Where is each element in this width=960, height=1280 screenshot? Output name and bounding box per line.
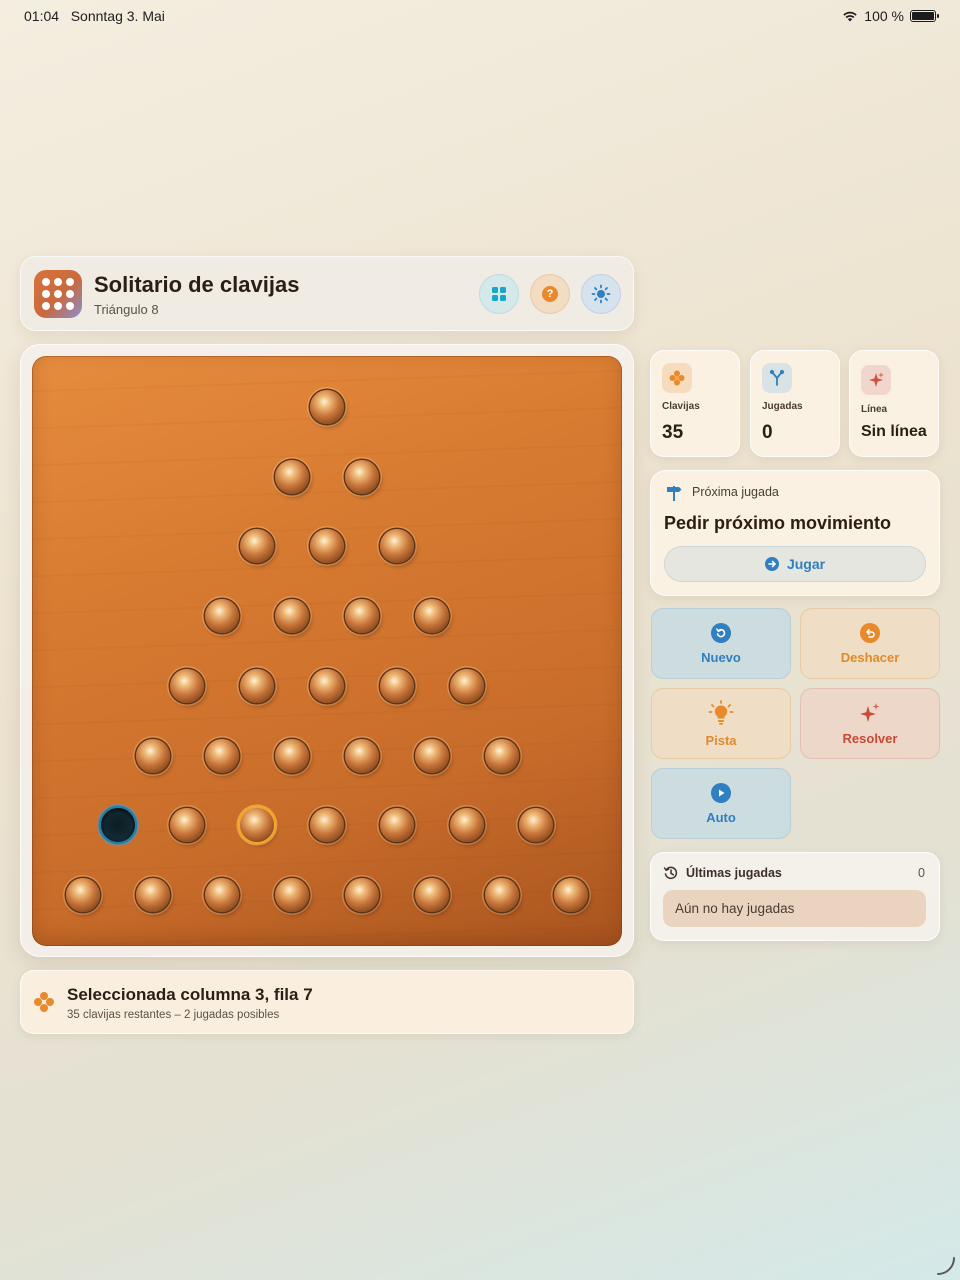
peg[interactable] xyxy=(310,808,344,843)
restart-icon xyxy=(711,622,731,643)
peg[interactable] xyxy=(414,877,449,912)
peg[interactable] xyxy=(240,529,275,564)
new-game-button[interactable]: Nuevo xyxy=(651,608,791,679)
app-logo-icon xyxy=(34,270,82,318)
play-icon xyxy=(711,782,731,803)
peg[interactable] xyxy=(344,877,379,912)
status-bar: 01:04 Sonntag 3. Mai 100 % xyxy=(0,0,960,30)
history-count: 0 xyxy=(918,866,925,880)
pegs-icon xyxy=(662,363,692,393)
peg[interactable] xyxy=(310,529,344,564)
next-move-title: Pedir próximo movimiento xyxy=(664,513,892,533)
solve-button[interactable]: Resolver xyxy=(800,688,940,759)
stat-card-pegs: Clavijas 35 xyxy=(650,350,740,457)
peg-board[interactable] xyxy=(32,356,622,946)
peg[interactable] xyxy=(344,599,379,634)
new-game-label: Nuevo xyxy=(701,649,741,665)
peg[interactable] xyxy=(65,877,100,912)
peg[interactable] xyxy=(240,668,275,703)
peg[interactable] xyxy=(275,738,310,773)
peg[interactable] xyxy=(344,738,379,773)
stat-card-line: Línea Sin línea xyxy=(849,350,939,457)
play-button[interactable]: Jugar xyxy=(664,546,926,582)
line-value: Sin línea xyxy=(861,423,927,440)
peg-cluster-icon xyxy=(34,992,54,1012)
header-card: Solitario de clavijas Triángulo 8 ? xyxy=(20,256,634,331)
peg[interactable] xyxy=(275,599,310,634)
arrow-right-circle-icon xyxy=(764,557,779,571)
hint-label: Pista xyxy=(705,732,737,748)
stat-card-moves: Jugadas 0 xyxy=(750,350,840,457)
peg[interactable] xyxy=(344,459,379,494)
battery-percent: 100 % xyxy=(864,8,904,24)
moves-value: 0 xyxy=(762,422,773,443)
sparkle-icon xyxy=(860,702,880,722)
peg[interactable] xyxy=(135,738,170,773)
peg[interactable] xyxy=(449,668,484,703)
history-icon xyxy=(663,866,678,880)
battery-icon xyxy=(910,10,939,22)
history-empty-message: Aún no hay jugadas xyxy=(663,890,926,927)
peg[interactable] xyxy=(519,808,554,843)
peg[interactable] xyxy=(205,738,240,773)
page-title: Solitario de clavijas xyxy=(94,272,300,297)
wifi-icon xyxy=(843,11,857,22)
peg[interactable] xyxy=(414,599,449,634)
help-button[interactable]: ? xyxy=(530,274,570,314)
peg[interactable] xyxy=(484,738,519,773)
lightbulb-icon xyxy=(708,699,734,725)
undo-label: Deshacer xyxy=(840,649,900,665)
status-indicators: 100 % xyxy=(842,8,939,24)
peg[interactable] xyxy=(379,529,414,564)
peg[interactable] xyxy=(275,459,310,494)
peg[interactable] xyxy=(205,599,240,634)
auto-play-label: Auto xyxy=(706,809,736,825)
undo-button[interactable]: Deshacer xyxy=(800,608,940,679)
peg[interactable] xyxy=(554,877,589,912)
board-frame xyxy=(20,344,634,957)
status-time: 01:04 Sonntag 3. Mai xyxy=(24,8,165,24)
solve-label: Resolver xyxy=(842,730,898,746)
peg[interactable] xyxy=(484,877,519,912)
help-icon: ? xyxy=(542,286,558,302)
peg[interactable] xyxy=(449,808,484,843)
peg[interactable] xyxy=(379,668,414,703)
selection-subtitle: 35 clavijas restantes – 2 jugadas posibl… xyxy=(67,1009,280,1021)
auto-play-button[interactable]: Auto xyxy=(651,768,791,839)
sun-icon xyxy=(591,284,611,304)
peg[interactable] xyxy=(310,390,344,424)
selection-title: Seleccionada columna 3, fila 7 xyxy=(67,985,313,1004)
peg[interactable] xyxy=(310,668,344,703)
pegs-value: 35 xyxy=(662,422,684,443)
play-button-label: Jugar xyxy=(786,556,826,572)
history-card: Últimas jugadas 0 Aún no hay jugadas xyxy=(650,852,940,941)
moves-label: Jugadas xyxy=(762,401,803,412)
board-variant-label: Triángulo 8 xyxy=(94,302,159,317)
peg[interactable] xyxy=(135,877,170,912)
line-label: Línea xyxy=(861,404,888,415)
selection-status-card: Seleccionada columna 3, fila 7 35 clavij… xyxy=(20,970,634,1034)
grid-icon xyxy=(492,287,506,301)
branch-icon xyxy=(762,363,792,393)
next-move-card: Próxima jugada Pedir próximo movimiento … xyxy=(650,470,940,596)
peg[interactable] xyxy=(379,808,414,843)
board-select-button[interactable] xyxy=(479,274,519,314)
hint-button[interactable]: Pista xyxy=(651,688,791,759)
peg-selected[interactable] xyxy=(240,808,275,843)
resize-handle-icon xyxy=(937,1257,955,1275)
peg[interactable] xyxy=(205,877,240,912)
peg[interactable] xyxy=(170,808,205,843)
history-title: Últimas jugadas xyxy=(686,866,782,880)
pegs-label: Clavijas xyxy=(662,401,700,412)
theme-button[interactable] xyxy=(581,274,621,314)
sparkle-icon xyxy=(861,365,891,395)
peg[interactable] xyxy=(414,738,449,773)
peg[interactable] xyxy=(170,668,205,703)
next-move-label: Próxima jugada xyxy=(692,485,779,499)
empty-hole[interactable] xyxy=(100,808,135,843)
peg[interactable] xyxy=(275,877,310,912)
signpost-icon xyxy=(667,486,682,501)
undo-icon xyxy=(860,622,880,643)
